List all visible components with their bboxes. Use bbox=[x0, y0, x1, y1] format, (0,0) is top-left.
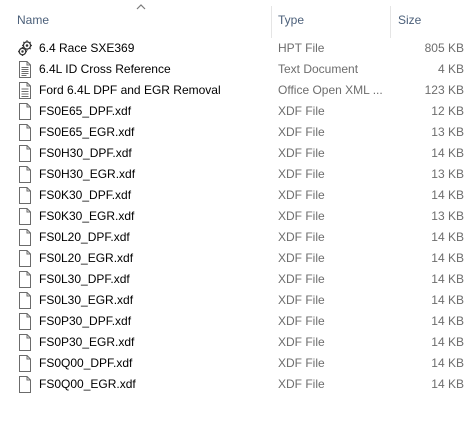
word-document-icon bbox=[18, 82, 32, 99]
file-row[interactable]: FS0P30_EGR.xdf XDF File 14 KB bbox=[0, 332, 474, 353]
blank-file-icon bbox=[18, 250, 32, 267]
file-name[interactable]: 6.4L ID Cross Reference bbox=[39, 59, 171, 80]
file-row[interactable]: FS0E65_EGR.xdf XDF File 13 KB bbox=[0, 122, 474, 143]
file-name[interactable]: FS0E65_EGR.xdf bbox=[39, 122, 134, 143]
file-type: XDF File bbox=[278, 314, 325, 328]
file-name[interactable]: 6.4 Race SXE369 bbox=[39, 38, 134, 59]
file-name[interactable]: FS0K30_EGR.xdf bbox=[39, 206, 134, 227]
file-type: XDF File bbox=[278, 293, 325, 307]
file-size: 13 KB bbox=[431, 167, 464, 181]
blank-file-icon bbox=[18, 187, 32, 204]
file-name[interactable]: FS0L20_DPF.xdf bbox=[39, 227, 130, 248]
file-type: XDF File bbox=[278, 335, 325, 349]
file-type: XDF File bbox=[278, 188, 325, 202]
file-type: XDF File bbox=[278, 272, 325, 286]
file-size: 4 KB bbox=[437, 62, 464, 76]
blank-file-icon bbox=[18, 271, 32, 288]
file-type: XDF File bbox=[278, 125, 325, 139]
file-row[interactable]: FS0H30_DPF.xdf XDF File 14 KB bbox=[0, 143, 474, 164]
file-name[interactable]: FS0H30_EGR.xdf bbox=[39, 164, 135, 185]
file-size: 14 KB bbox=[431, 146, 464, 160]
file-size: 14 KB bbox=[431, 377, 464, 391]
blank-file-icon bbox=[18, 103, 32, 120]
blank-file-icon bbox=[18, 166, 32, 183]
file-name[interactable]: FS0E65_DPF.xdf bbox=[39, 101, 131, 122]
file-row[interactable]: FS0K30_DPF.xdf XDF File 14 KB bbox=[0, 185, 474, 206]
blank-file-icon bbox=[18, 355, 32, 372]
file-row[interactable]: FS0E65_DPF.xdf XDF File 12 KB bbox=[0, 101, 474, 122]
file-size: 12 KB bbox=[431, 104, 464, 118]
blank-file-icon bbox=[18, 334, 32, 351]
file-name[interactable]: Ford 6.4L DPF and EGR Removal bbox=[39, 80, 221, 101]
file-row[interactable]: FS0K30_EGR.xdf XDF File 13 KB bbox=[0, 206, 474, 227]
file-size: 14 KB bbox=[431, 314, 464, 328]
file-size: 14 KB bbox=[431, 230, 464, 244]
blank-file-icon bbox=[18, 145, 32, 162]
column-header-size[interactable]: Size bbox=[398, 0, 474, 38]
column-header-type[interactable]: Type bbox=[278, 0, 390, 38]
file-list: 6.4 Race SXE369 HPT File 805 KB 6.4L ID Cro… bbox=[0, 38, 474, 395]
file-row[interactable]: 6.4L ID Cross Reference Text Document 4 KB bbox=[0, 59, 474, 80]
blank-file-icon bbox=[18, 229, 32, 246]
file-name[interactable]: FS0K30_DPF.xdf bbox=[39, 185, 131, 206]
file-row[interactable]: FS0H30_EGR.xdf XDF File 13 KB bbox=[0, 164, 474, 185]
blank-file-icon bbox=[18, 124, 32, 141]
blank-file-icon bbox=[18, 313, 32, 330]
file-size: 123 KB bbox=[424, 83, 464, 97]
file-name[interactable]: FS0P30_EGR.xdf bbox=[39, 332, 134, 353]
column-divider[interactable] bbox=[390, 6, 391, 38]
blank-file-icon bbox=[18, 376, 32, 393]
file-type: XDF File bbox=[278, 377, 325, 391]
text-document-icon bbox=[18, 61, 32, 78]
file-row[interactable]: FS0L20_EGR.xdf XDF File 14 KB bbox=[0, 248, 474, 269]
file-row[interactable]: 6.4 Race SXE369 HPT File 805 KB bbox=[0, 38, 474, 59]
file-size: 14 KB bbox=[431, 272, 464, 286]
file-name[interactable]: FS0L20_EGR.xdf bbox=[39, 248, 133, 269]
file-row[interactable]: FS0L20_DPF.xdf XDF File 14 KB bbox=[0, 227, 474, 248]
file-name[interactable]: FS0P30_DPF.xdf bbox=[39, 311, 131, 332]
blank-file-icon bbox=[18, 292, 32, 309]
file-size: 805 KB bbox=[424, 41, 464, 55]
file-row[interactable]: FS0L30_DPF.xdf XDF File 14 KB bbox=[0, 269, 474, 290]
file-row[interactable]: FS0Q00_EGR.xdf XDF File 14 KB bbox=[0, 374, 474, 395]
blank-file-icon bbox=[18, 208, 32, 225]
file-size: 14 KB bbox=[431, 293, 464, 307]
file-size: 14 KB bbox=[431, 356, 464, 370]
hpt-file-icon bbox=[18, 40, 32, 57]
file-size: 14 KB bbox=[431, 188, 464, 202]
column-header-bar: Name Type Size bbox=[0, 0, 474, 38]
file-size: 14 KB bbox=[431, 335, 464, 349]
file-size: 13 KB bbox=[431, 209, 464, 223]
file-name[interactable]: FS0L30_EGR.xdf bbox=[39, 290, 133, 311]
file-row[interactable]: FS0L30_EGR.xdf XDF File 14 KB bbox=[0, 290, 474, 311]
file-type: XDF File bbox=[278, 356, 325, 370]
file-size: 13 KB bbox=[431, 125, 464, 139]
file-type: Text Document bbox=[278, 62, 359, 76]
column-divider[interactable] bbox=[271, 6, 272, 38]
file-row[interactable]: FS0P30_DPF.xdf XDF File 14 KB bbox=[0, 311, 474, 332]
file-name[interactable]: FS0L30_DPF.xdf bbox=[39, 269, 130, 290]
file-row[interactable]: Ford 6.4L DPF and EGR Removal Office Open… bbox=[0, 80, 474, 101]
file-size: 14 KB bbox=[431, 251, 464, 265]
column-header-name[interactable]: Name bbox=[17, 0, 271, 38]
file-type: XDF File bbox=[278, 251, 325, 265]
file-type: XDF File bbox=[278, 167, 325, 181]
file-type: XDF File bbox=[278, 146, 325, 160]
file-type: XDF File bbox=[278, 230, 325, 244]
file-name[interactable]: FS0Q00_DPF.xdf bbox=[39, 353, 132, 374]
file-type: XDF File bbox=[278, 209, 325, 223]
file-type: Office Open XML ... bbox=[278, 83, 383, 97]
file-name[interactable]: FS0Q00_EGR.xdf bbox=[39, 374, 136, 395]
file-row[interactable]: FS0Q00_DPF.xdf XDF File 14 KB bbox=[0, 353, 474, 374]
file-type: HPT File bbox=[278, 41, 325, 55]
file-type: XDF File bbox=[278, 104, 325, 118]
file-name[interactable]: FS0H30_DPF.xdf bbox=[39, 143, 132, 164]
